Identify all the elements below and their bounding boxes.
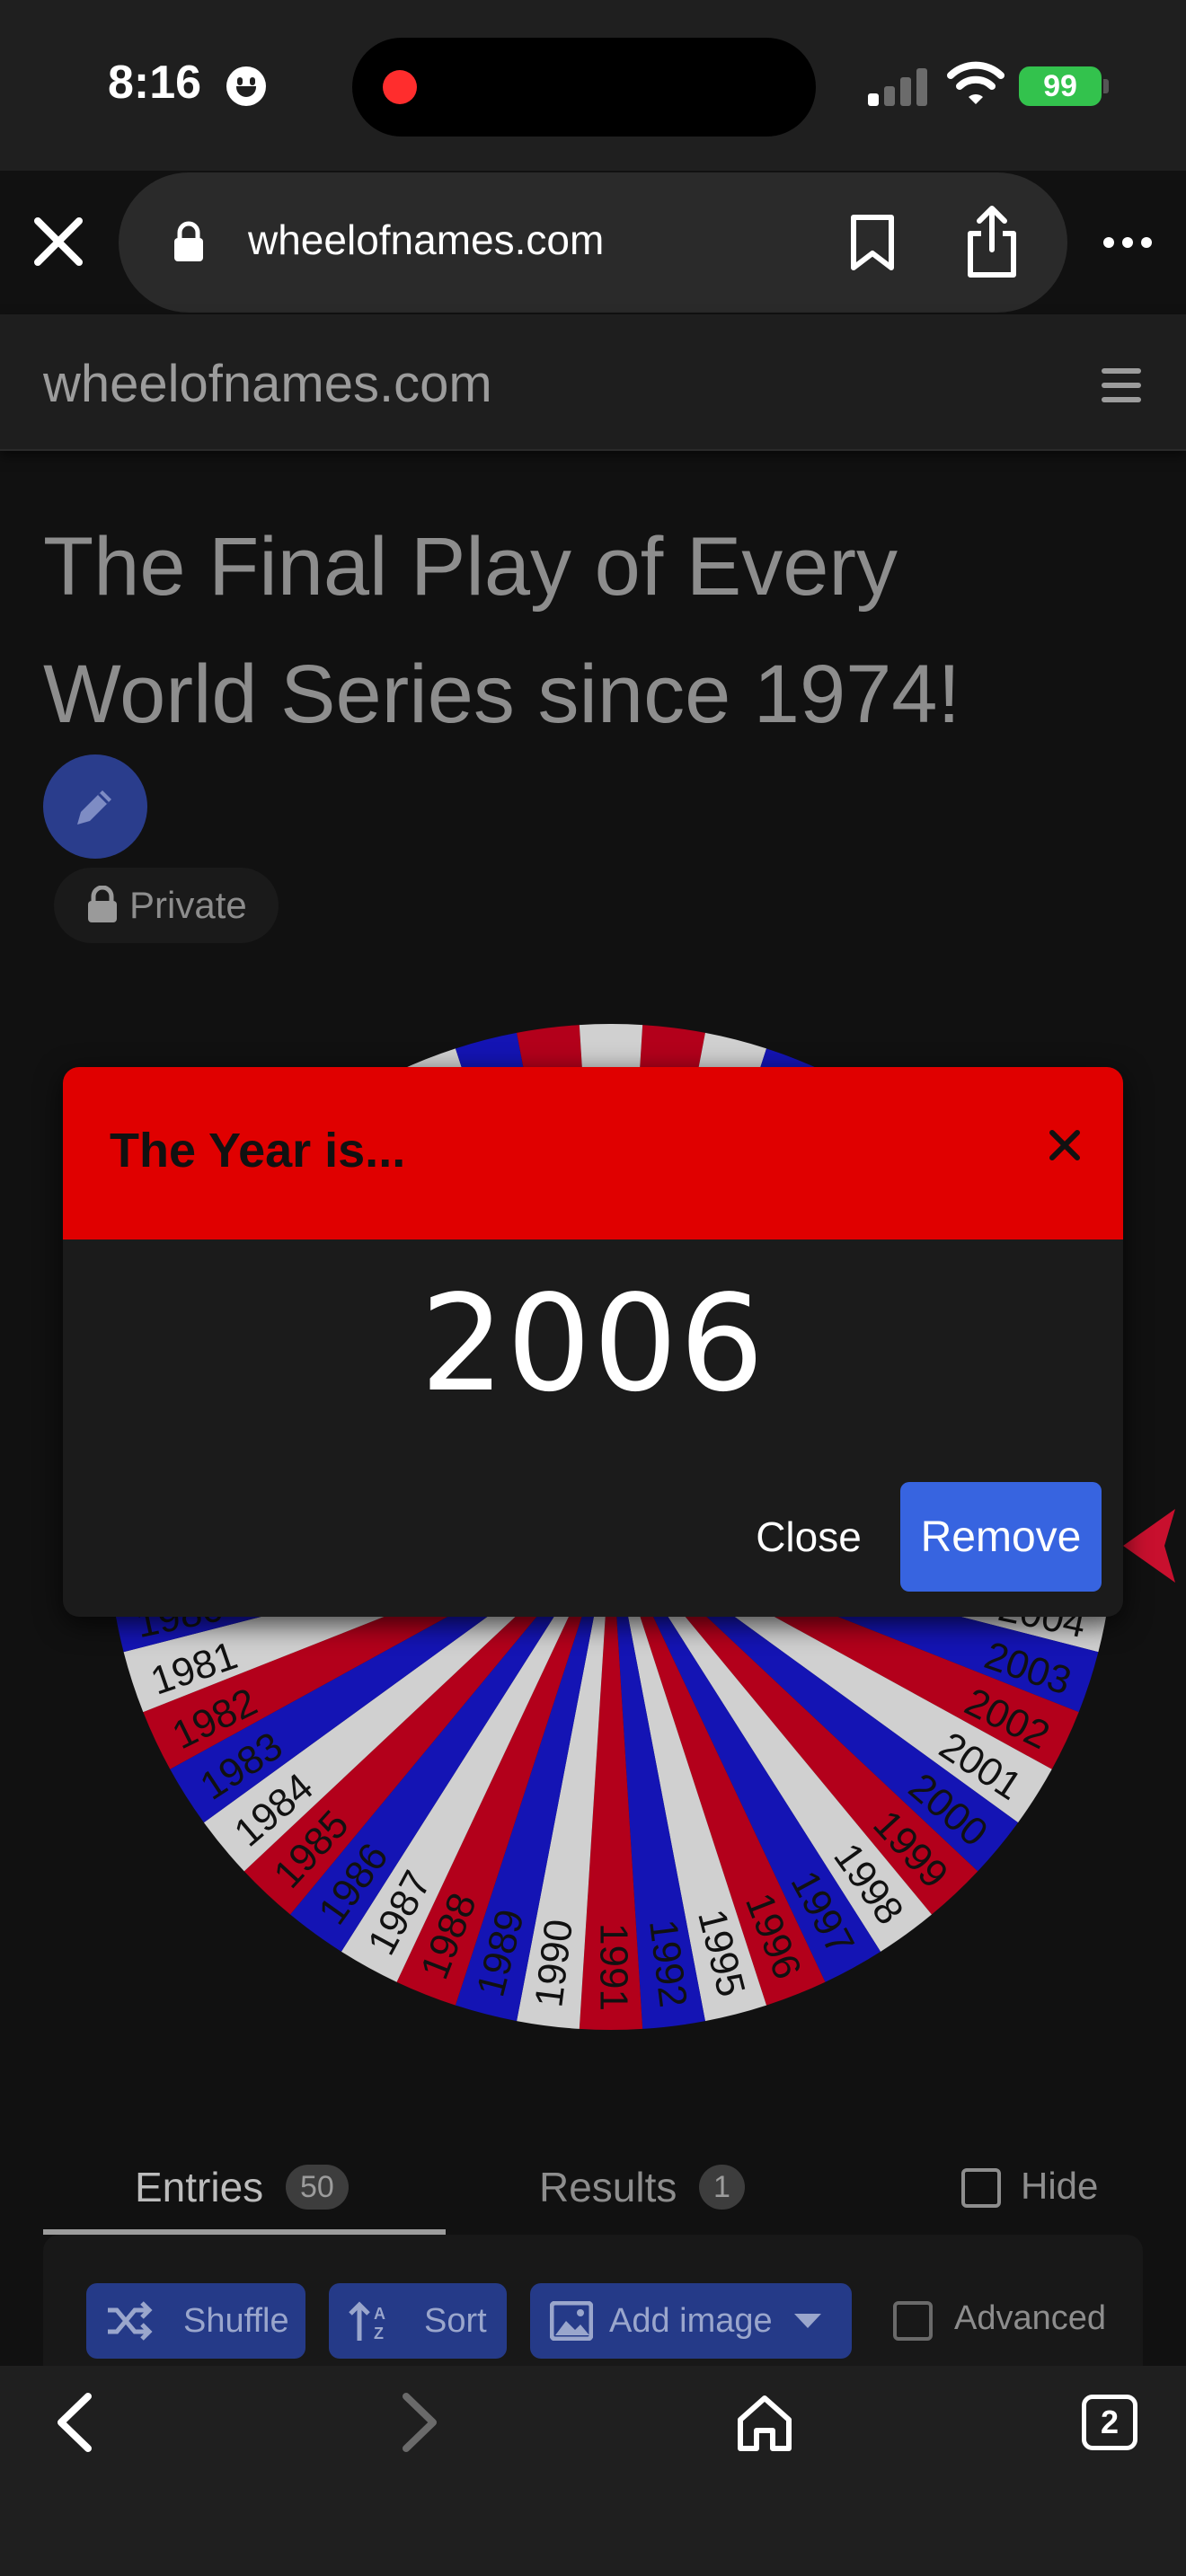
lock-icon — [174, 221, 203, 261]
privacy-label: Private — [129, 884, 247, 926]
entries-count-badge: 50 — [286, 2165, 349, 2210]
shuffle-button[interactable]: Shuffle — [86, 2283, 305, 2359]
advanced-label[interactable]: Advanced — [954, 2299, 1106, 2338]
screen: 8:16 99 wheelofnames.com wheelofnames.co… — [0, 0, 1186, 2576]
forward-icon[interactable] — [397, 2391, 442, 2454]
hide-label[interactable]: Hide — [1021, 2165, 1098, 2208]
battery-indicator: 99 — [1019, 66, 1102, 106]
back-icon[interactable] — [52, 2391, 97, 2454]
wheel-label: 1991 — [591, 1923, 635, 2011]
shuffle-label: Shuffle — [183, 2302, 289, 2340]
sort-label: Sort — [424, 2302, 487, 2340]
cellular-signal-icon — [868, 66, 927, 106]
site-logo-text[interactable]: wheelofnames.com — [43, 354, 492, 414]
page-title: The Final Play of Every World Series sin… — [43, 521, 961, 740]
add-image-label: Add image — [609, 2302, 773, 2340]
remove-button[interactable]: Remove — [900, 1482, 1102, 1592]
dialog-close-icon[interactable] — [1037, 1117, 1093, 1173]
browser-bottom-bar — [0, 2366, 1186, 2576]
sort-icon: A Z — [349, 2301, 385, 2342]
edit-title-button[interactable] — [43, 754, 147, 859]
bookmark-icon[interactable] — [848, 214, 897, 271]
sort-button[interactable]: A Z Sort — [329, 2283, 507, 2359]
smiley-icon — [226, 66, 266, 106]
image-icon — [550, 2301, 593, 2341]
tabs-button[interactable]: 2 — [1082, 2395, 1137, 2450]
close-tab-icon[interactable] — [31, 214, 86, 269]
advanced-checkbox[interactable] — [893, 2301, 933, 2341]
menu-icon[interactable] — [1102, 368, 1141, 402]
dialog-title: The Year is... — [110, 1124, 406, 1178]
share-icon[interactable] — [963, 203, 1021, 278]
winner-value: 2006 — [420, 1266, 766, 1421]
chevron-down-icon — [794, 2314, 821, 2328]
hide-checkbox[interactable] — [961, 2168, 1001, 2208]
result-dialog: The Year is... 2006 Close Remove — [63, 1067, 1123, 1617]
more-options-icon[interactable] — [1102, 235, 1154, 250]
wheel-pointer-icon — [1123, 1509, 1175, 1583]
tab-entries-label[interactable]: Entries — [135, 2163, 263, 2211]
recording-indicator-icon — [383, 70, 417, 104]
svg-text:A: A — [374, 2305, 385, 2323]
close-button[interactable]: Close — [719, 1484, 898, 1590]
results-count-badge: 1 — [699, 2165, 745, 2210]
shuffle-icon — [108, 2301, 153, 2341]
home-icon[interactable] — [735, 2393, 794, 2452]
wifi-icon — [947, 61, 1005, 104]
private-lock-icon — [88, 886, 117, 922]
status-time: 8:16 — [108, 57, 202, 109]
svg-text:Z: Z — [374, 2325, 384, 2342]
battery-tip — [1103, 79, 1109, 93]
add-image-button[interactable]: Add image — [530, 2283, 852, 2359]
tab-results[interactable]: Results — [539, 2163, 677, 2211]
pencil-icon — [77, 790, 111, 825]
url-text[interactable]: wheelofnames.com — [248, 216, 604, 264]
dynamic-island — [352, 38, 816, 137]
